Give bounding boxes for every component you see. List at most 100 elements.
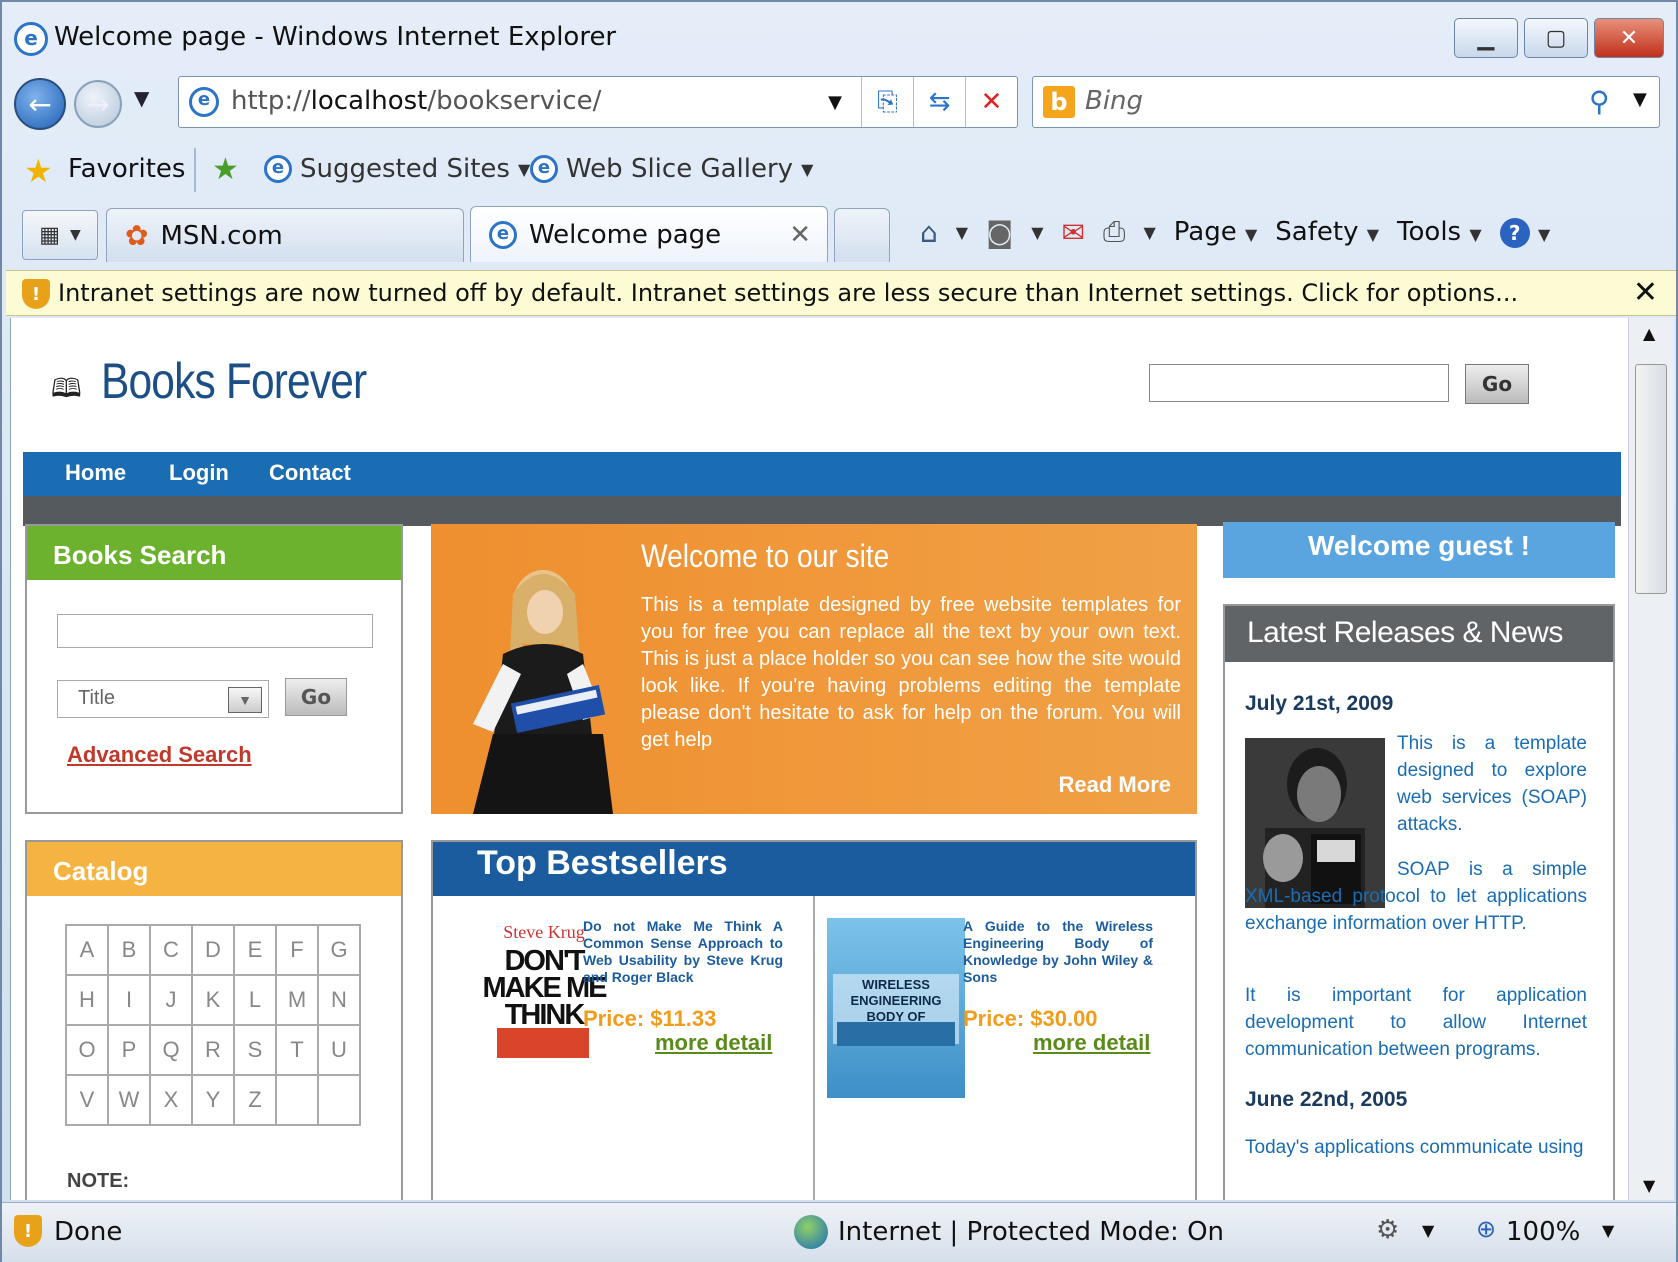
chevron-down-icon[interactable]: ▼ [1031,223,1043,242]
home-icon[interactable]: ⌂ [920,216,938,249]
chevron-down-icon: ▼ [517,159,531,179]
catalog-letter-y[interactable]: Y [191,1074,235,1126]
page-menu[interactable]: Page ▼ [1174,217,1258,247]
site-search-go-button[interactable]: Go [1465,364,1529,404]
book-icon: 🕮 [51,374,82,404]
search-input[interactable]: Bing [1085,86,1143,116]
catalog-row: VWXYZ [65,1074,361,1126]
new-tab-button[interactable] [834,208,890,262]
catalog-empty-cell [275,1074,319,1126]
book-search-input[interactable] [57,614,373,648]
address-dropdown-icon[interactable]: ▼ [809,77,861,127]
read-mail-icon[interactable]: ✉ [1062,216,1085,249]
catalog-row: HIJKLMN [65,974,361,1026]
window-title: Welcome page - Windows Internet Explorer [54,22,617,52]
address-bar[interactable]: e http://localhost/bookservice/ ▼ ⎘ ⇆ ✕ [178,76,1018,128]
nav-login[interactable]: Login [169,460,229,486]
column-divider [813,896,815,1200]
book-search-go-button[interactable]: Go [285,678,347,716]
site-title[interactable]: Books Forever [101,352,367,410]
bestsellers-panel: Top Bestsellers Steve Krug DON'T MAKE ME… [431,840,1197,1200]
history-dropdown-icon[interactable]: ▼ [134,86,149,110]
read-more-link[interactable]: Read More [1059,772,1171,798]
catalog-letter-b[interactable]: B [107,924,151,976]
suggested-sites-link[interactable]: e Suggested Sites ▼ [264,154,530,184]
refresh-icon[interactable]: ⇆ [913,77,965,127]
search-field-select[interactable]: Title ▼ [57,680,269,718]
search-box[interactable]: b Bing ⚲ ▼ [1032,76,1660,128]
catalog-letter-x[interactable]: X [149,1074,193,1126]
catalog-letter-d[interactable]: D [191,924,235,976]
catalog-letter-i[interactable]: I [107,974,151,1026]
catalog-letter-f[interactable]: F [275,924,319,976]
shield-warning-icon: ! [22,279,50,309]
advanced-search-link[interactable]: Advanced Search [67,742,252,768]
info-bar-text[interactable]: Intranet settings are now turned off by … [58,279,1518,307]
stop-icon[interactable]: ✕ [965,77,1017,127]
nav-home[interactable]: Home [65,460,126,486]
back-button[interactable]: ← [14,78,66,130]
chevron-down-icon[interactable]: ▼ [1143,223,1155,242]
maximize-button[interactable]: ▢ [1524,18,1588,58]
search-options-icon[interactable]: ▼ [1633,89,1647,110]
more-detail-link[interactable]: more detail [655,1030,772,1056]
information-bar[interactable]: ! Intranet settings are now turned off b… [6,270,1676,316]
help-menu[interactable]: ? ▼ [1499,217,1550,248]
catalog-letter-l[interactable]: L [233,974,277,1026]
catalog-letter-n[interactable]: N [317,974,361,1026]
catalog-letter-o[interactable]: O [65,1024,109,1076]
catalog-letter-v[interactable]: V [65,1074,109,1126]
tab-welcome-page[interactable]: e Welcome page ✕ [470,206,828,262]
vertical-scrollbar[interactable]: ▲ ▼ [1628,318,1674,1200]
catalog-letter-p[interactable]: P [107,1024,151,1076]
compatibility-view-icon[interactable]: ⎘ [861,77,913,127]
catalog-letter-g[interactable]: G [317,924,361,976]
security-zone[interactable]: Internet | Protected Mode: On [838,1217,1224,1247]
minimize-button[interactable]: ▁ [1454,18,1518,58]
zoom-dropdown-icon[interactable]: ▼ [1602,1221,1614,1240]
catalog-letter-t[interactable]: T [275,1024,319,1076]
protected-mode-icon[interactable]: ⚙ [1376,1215,1399,1245]
scroll-thumb[interactable] [1635,364,1667,594]
web-slice-gallery-link[interactable]: e Web Slice Gallery ▼ [530,154,813,184]
catalog-letter-r[interactable]: R [191,1024,235,1076]
scroll-down-icon[interactable]: ▼ [1643,1176,1655,1195]
catalog-letter-k[interactable]: K [191,974,235,1026]
catalog-letter-q[interactable]: Q [149,1024,193,1076]
catalog-letter-j[interactable]: J [149,974,193,1026]
close-info-bar-icon[interactable]: ✕ [1633,275,1658,310]
safety-menu[interactable]: Safety ▼ [1275,217,1379,247]
catalog-letter-m[interactable]: M [275,974,319,1026]
catalog-letter-c[interactable]: C [149,924,193,976]
tools-menu[interactable]: Tools ▼ [1397,217,1482,247]
add-to-favorites-icon[interactable]: ★ [212,152,239,187]
zoom-level[interactable]: 100% [1506,1217,1580,1247]
print-icon[interactable]: ⎙ [1103,215,1125,249]
book-description[interactable]: Do not Make Me Think A Common Sense Appr… [583,918,783,986]
nav-contact[interactable]: Contact [269,460,351,486]
site-search-input[interactable] [1149,364,1449,402]
search-icon[interactable]: ⚲ [1589,85,1610,118]
chevron-down-icon[interactable]: ▼ [956,223,968,242]
catalog-letter-u[interactable]: U [317,1024,361,1076]
close-button[interactable]: ✕ [1594,18,1664,58]
tab-msn[interactable]: ✿ MSN.com [106,208,464,262]
quick-tabs-button[interactable]: ▦ ▼ [22,210,98,260]
catalog-letter-a[interactable]: A [65,924,109,976]
catalog-letter-w[interactable]: W [107,1074,151,1126]
feeds-icon[interactable]: ◙ [986,216,1013,249]
favorites-button[interactable]: Favorites [68,154,185,184]
book-description[interactable]: A Guide to the Wireless Engineering Body… [963,918,1153,986]
chevron-down-icon[interactable]: ▼ [1422,1221,1434,1240]
catalog-letter-s[interactable]: S [233,1024,277,1076]
more-detail-link[interactable]: more detail [1033,1030,1150,1056]
forward-button[interactable]: → [74,80,122,128]
catalog-letter-e[interactable]: E [233,924,277,976]
catalog-letter-z[interactable]: Z [233,1074,277,1126]
favorites-star-icon[interactable]: ★ [24,152,53,190]
address-url[interactable]: http://localhost/bookservice/ [231,86,601,116]
scroll-up-icon[interactable]: ▲ [1643,324,1655,343]
close-tab-icon[interactable]: ✕ [789,220,811,250]
catalog-letter-h[interactable]: H [65,974,109,1026]
book-cover-image[interactable]: WIRELESS ENGINEERING BODY OF KNOWLEDGE [827,918,965,1098]
